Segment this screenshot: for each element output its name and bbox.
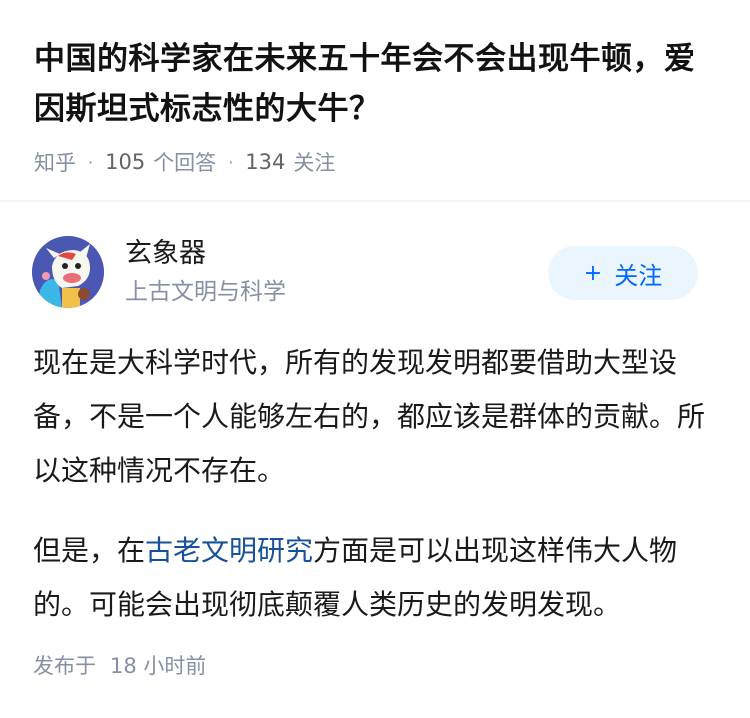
plus-icon: + [583, 260, 603, 286]
follow-button[interactable]: + 关注 [548, 246, 698, 300]
answer-paragraph: 但是，在古老文明研究方面是可以出现这样伟大人物的。可能会出现彻底颠覆人类历史的发… [33, 524, 723, 632]
answers-count: 105 [105, 150, 146, 174]
follow-label: 关注 [614, 261, 663, 290]
question-title[interactable]: 中国的科学家在未来五十年会不会出现牛顿，爱因斯坦式标志性的大牛？ [34, 34, 716, 134]
answers-label[interactable]: 个回答 [153, 147, 216, 177]
author-name[interactable]: 玄象器 [125, 236, 206, 272]
source-label[interactable]: 知乎 [34, 147, 76, 177]
cartoon-cow-avatar-icon[interactable] [32, 236, 104, 308]
answer-text: 但是，在 [33, 534, 146, 567]
author-bio: 上古文明与科学 [125, 279, 286, 305]
author-card: 玄象器 上古文明与科学 + 关注 [32, 236, 698, 308]
publish-time: 发布于 18 小时前 [33, 650, 206, 680]
separator-dot: · [88, 152, 94, 172]
published-label: 发布于 [33, 654, 96, 678]
section-divider [0, 200, 750, 202]
published-time: 18 小时前 [110, 654, 207, 678]
answer-paragraph: 现在是大科学时代，所有的发现发明都要借助大型设备，不是一个人能够左右的，都应该是… [33, 346, 706, 487]
followers-count: 134 [245, 150, 286, 174]
answer-content: 现在是大科学时代，所有的发现发明都要借助大型设备，不是一个人能够左右的，都应该是… [33, 336, 723, 658]
topic-link[interactable]: 古老文明研究 [145, 534, 313, 567]
followers-label[interactable]: 关注 [293, 147, 335, 177]
separator-dot: · [228, 152, 234, 172]
question-header: 中国的科学家在未来五十年会不会出现牛顿，爱因斯坦式标志性的大牛？ 知乎 · 10… [0, 0, 750, 180]
question-meta: 知乎 · 105 个回答 · 134 关注 [34, 144, 716, 180]
